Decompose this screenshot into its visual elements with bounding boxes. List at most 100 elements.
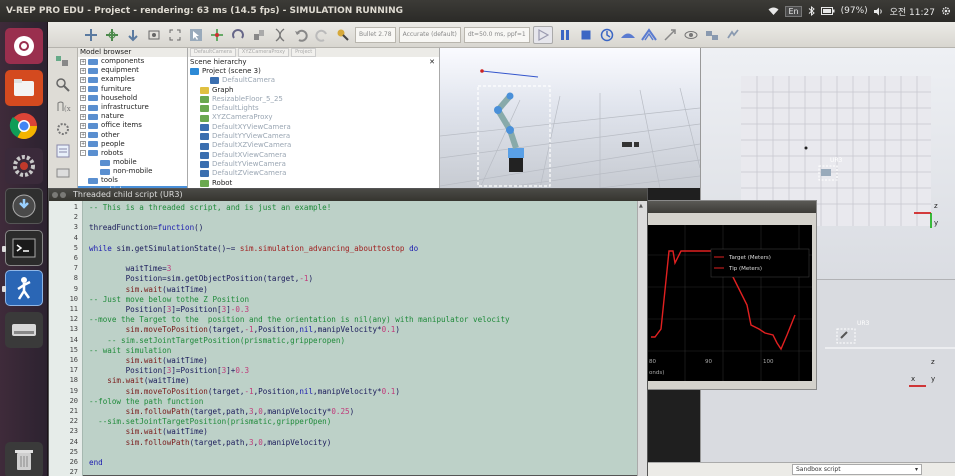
model-browser-toggle-icon[interactable] bbox=[54, 76, 72, 94]
drive-launcher[interactable] bbox=[5, 312, 43, 348]
model-tree-item[interactable]: non-mobile bbox=[78, 167, 187, 176]
scene-tab[interactable]: DefaultCamera bbox=[190, 48, 236, 57]
clock[interactable]: 오전 11:27 bbox=[890, 5, 935, 18]
expand-toggle-icon[interactable]: + bbox=[80, 95, 86, 102]
pause-simulation-icon[interactable] bbox=[556, 26, 574, 44]
code-line[interactable]: sim.wait(waitTime) bbox=[89, 427, 208, 436]
dynamics-engine-icon[interactable] bbox=[334, 26, 352, 44]
model-tree-item[interactable]: + other bbox=[78, 131, 187, 140]
calculation-modules-icon[interactable] bbox=[54, 164, 72, 182]
code-line[interactable]: sim.followPath(target,path,3,0,manipVelo… bbox=[89, 438, 332, 447]
model-tree-item[interactable]: mobile bbox=[78, 158, 187, 167]
click-select-icon[interactable] bbox=[187, 26, 205, 44]
code-line[interactable]: -- Just move below tothe Z Position bbox=[89, 295, 249, 304]
close-icon[interactable]: ✕ bbox=[429, 57, 435, 67]
code-line[interactable]: Position=sim.getObjectPosition(target,-1… bbox=[89, 274, 313, 283]
layers-icon[interactable]: (x) bbox=[54, 98, 72, 116]
expand-toggle-icon[interactable]: + bbox=[80, 122, 86, 129]
model-tree-item[interactable]: + components bbox=[78, 57, 187, 66]
script-editor-titlebar[interactable]: Threaded child script (UR3) bbox=[49, 189, 647, 201]
scene-object-row[interactable]: Robot bbox=[188, 179, 439, 188]
settings-gear-icon[interactable] bbox=[941, 6, 951, 16]
code-line[interactable]: --move the Target to the position and th… bbox=[89, 315, 510, 324]
camera-angle-icon[interactable] bbox=[145, 26, 163, 44]
undo-icon[interactable] bbox=[292, 26, 310, 44]
code-line[interactable]: sim.moveToPosition(target,-1,Position,ni… bbox=[89, 387, 400, 396]
code-line[interactable]: Position[3]=Position[3]+0.3 bbox=[89, 366, 250, 375]
expand-toggle-icon[interactable]: + bbox=[80, 86, 86, 93]
scene-object-row[interactable]: DefaultXYViewCamera bbox=[188, 123, 439, 132]
expand-toggle-icon[interactable]: + bbox=[80, 132, 86, 139]
battery-icon[interactable] bbox=[820, 7, 835, 15]
ur3-robot-icon[interactable] bbox=[494, 92, 524, 173]
model-tree-item[interactable]: + office items bbox=[78, 121, 187, 130]
code-line[interactable]: --folow the path function bbox=[89, 397, 203, 406]
expand-toggle-icon[interactable]: + bbox=[80, 141, 86, 148]
code-line[interactable]: sim.wait(waitTime) bbox=[89, 356, 208, 365]
chrome-launcher[interactable] bbox=[5, 108, 43, 144]
graph-window-titlebar[interactable] bbox=[641, 201, 816, 213]
dash-button[interactable] bbox=[5, 28, 43, 64]
script-editor-window[interactable]: Threaded child script (UR3) 1 2 3 4 5 6 7 8 9 10 1… bbox=[48, 188, 648, 476]
thread-rendering-icon[interactable] bbox=[661, 26, 679, 44]
stop-simulation-icon[interactable] bbox=[577, 26, 595, 44]
start-simulation-icon[interactable] bbox=[532, 25, 553, 44]
scene-object-row[interactable]: ResizableFloor_5_25 bbox=[188, 95, 439, 104]
scene-object-row[interactable]: DefaultXViewCamera bbox=[188, 151, 439, 160]
model-tree-item[interactable]: + examples bbox=[78, 75, 187, 84]
object-properties-icon[interactable] bbox=[54, 142, 72, 160]
model-tree-item[interactable]: + household bbox=[78, 94, 187, 103]
user-settings-icon[interactable] bbox=[54, 120, 72, 138]
sandbox-script-select[interactable]: Sandbox script ▾ bbox=[792, 464, 922, 475]
camera-shift-icon[interactable] bbox=[124, 26, 142, 44]
scene-object-row[interactable]: DefaultZViewCamera bbox=[188, 169, 439, 178]
scene-tab[interactable]: XYZCameraProxy bbox=[237, 48, 290, 57]
expand-toggle-icon[interactable]: + bbox=[80, 76, 86, 83]
code-line[interactable]: threadFunction=function() bbox=[89, 223, 203, 232]
slow-down-icon[interactable] bbox=[619, 26, 637, 44]
scene-selector-icon[interactable] bbox=[724, 26, 742, 44]
transfer-dna-icon[interactable] bbox=[271, 26, 289, 44]
code-line[interactable]: sim.moveToPosition(target,-1,Position,ni… bbox=[89, 325, 400, 334]
model-tree-item[interactable]: + furniture bbox=[78, 85, 187, 94]
physics-engine-select[interactable]: Bullet 2.78 bbox=[355, 26, 396, 43]
volume-icon[interactable] bbox=[873, 7, 884, 16]
settings-launcher[interactable] bbox=[5, 148, 43, 184]
assemble-icon[interactable] bbox=[250, 26, 268, 44]
scroll-up-arrow-icon[interactable]: ▲ bbox=[639, 203, 646, 209]
scene-object-row[interactable]: XYZCameraProxy bbox=[188, 113, 439, 122]
realtime-mode-icon[interactable] bbox=[598, 26, 616, 44]
redo-icon[interactable] bbox=[313, 26, 331, 44]
page-selector-icon[interactable] bbox=[703, 26, 721, 44]
code-line[interactable]: -- sim.setJointTargetPosition(prismatic,… bbox=[89, 336, 345, 345]
bluetooth-icon[interactable] bbox=[808, 6, 815, 16]
model-tree-item[interactable]: + infrastructure bbox=[78, 103, 187, 112]
scene-object-row[interactable]: Graph bbox=[188, 86, 439, 95]
camera-rotate-icon[interactable] bbox=[103, 26, 121, 44]
software-updater-launcher[interactable] bbox=[5, 188, 43, 224]
toggle-visualization-icon[interactable] bbox=[682, 26, 700, 44]
terminal-launcher[interactable] bbox=[2, 230, 43, 266]
code-line[interactable]: -- This is a threaded script, and is jus… bbox=[89, 203, 331, 212]
code-line[interactable]: sim.wait(waitTime) bbox=[89, 285, 208, 294]
scene-object-row[interactable]: Project (scene 3) bbox=[188, 67, 439, 76]
scene-object-row[interactable]: DefaultLights bbox=[188, 104, 439, 113]
model-tree-item[interactable]: + nature bbox=[78, 112, 187, 121]
code-line[interactable]: waitTime=3 bbox=[89, 264, 172, 273]
scene-object-row[interactable]: DefaultYViewCamera bbox=[188, 160, 439, 169]
code-area[interactable]: -- This is a threaded script, and is jus… bbox=[83, 201, 639, 476]
code-line[interactable]: end bbox=[89, 458, 103, 467]
model-tree-item[interactable]: + people bbox=[78, 140, 187, 149]
close-window-icon[interactable] bbox=[52, 192, 58, 198]
scene-object-row[interactable]: DefaultYYViewCamera bbox=[188, 132, 439, 141]
vertical-scrollbar[interactable]: ▲ bbox=[637, 201, 647, 476]
model-tree-item[interactable]: - robots bbox=[78, 149, 187, 158]
expand-toggle-icon[interactable]: + bbox=[80, 58, 86, 65]
expand-toggle-icon[interactable]: + bbox=[80, 104, 86, 111]
object-rotate-icon[interactable] bbox=[229, 26, 247, 44]
object-shift-icon[interactable] bbox=[208, 26, 226, 44]
speed-up-icon[interactable] bbox=[640, 26, 658, 44]
camera-pan-icon[interactable] bbox=[82, 26, 100, 44]
simulation-settings-icon[interactable] bbox=[54, 52, 72, 70]
expand-toggle-icon[interactable]: + bbox=[80, 113, 86, 120]
